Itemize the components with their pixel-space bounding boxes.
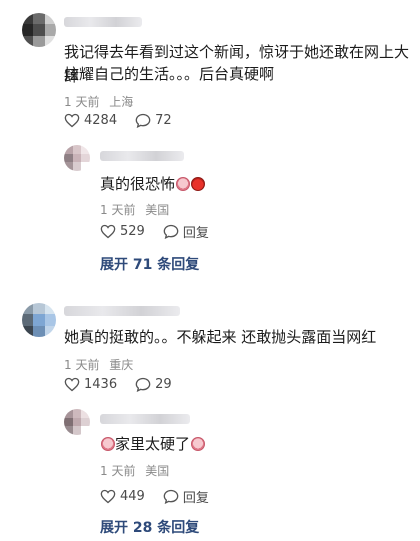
- reply-location: 美国: [145, 464, 170, 478]
- heart-outline-icon: [64, 377, 80, 392]
- heart-outline-icon: [64, 113, 80, 128]
- like-count: 1436: [84, 377, 118, 392]
- comment-time: 1 天前: [64, 358, 100, 372]
- reply-location: 美国: [145, 203, 170, 217]
- like-button[interactable]: 4284: [64, 113, 117, 128]
- username-blurred[interactable]: [64, 306, 180, 316]
- reply-avatar[interactable]: [64, 145, 90, 171]
- crying-face-icon: [101, 437, 115, 451]
- reply-button[interactable]: 回复: [163, 222, 209, 241]
- heart-outline-icon: [100, 489, 116, 504]
- comment-meta: 1 天前 重庆: [64, 356, 139, 373]
- like-button[interactable]: 449: [100, 489, 145, 504]
- reply-actions: 529 回复: [100, 222, 227, 241]
- reply-meta: 1 天前 美国: [100, 201, 175, 218]
- reply-count: 29: [155, 377, 172, 392]
- comment-actions: 1436 29: [64, 377, 190, 392]
- comment-button[interactable]: 72: [135, 113, 172, 128]
- reply-text-content: 家里太硬了: [115, 435, 191, 453]
- like-count: 449: [120, 489, 145, 504]
- like-count: 4284: [84, 113, 118, 128]
- speech-bubble-icon: [135, 113, 151, 128]
- reply-username-blurred[interactable]: [100, 414, 190, 424]
- heart-outline-icon: [100, 224, 116, 239]
- reply-meta: 1 天前 美国: [100, 462, 175, 479]
- reply-time: 1 天前: [100, 203, 136, 217]
- reply-label: 回复: [182, 226, 209, 241]
- comment-location: 上海: [109, 95, 134, 109]
- reply-count: 72: [155, 113, 172, 128]
- comment-meta: 1 天前 上海: [64, 93, 139, 110]
- speech-bubble-icon: [135, 377, 151, 392]
- comment-button[interactable]: 29: [135, 377, 172, 392]
- crying-face-icon: [176, 177, 191, 191]
- like-button[interactable]: 529: [100, 224, 145, 239]
- like-count: 529: [120, 224, 145, 239]
- comment-time: 1 天前: [64, 95, 100, 109]
- reply-text: 家里太硬了: [100, 432, 206, 456]
- expand-replies-link[interactable]: 展开 28 条回复: [100, 517, 199, 537]
- angry-face-icon: [191, 177, 206, 191]
- expand-replies-link[interactable]: 展开 71 条回复: [100, 254, 199, 274]
- crying-face-icon: [191, 437, 206, 451]
- username-blurred[interactable]: [64, 17, 142, 27]
- comment-actions: 4284 72: [64, 113, 190, 128]
- avatar[interactable]: [22, 13, 56, 47]
- reply-actions: 449 回复: [100, 487, 227, 506]
- avatar[interactable]: [22, 303, 56, 337]
- reply-label: 回复: [182, 491, 209, 506]
- reply-avatar[interactable]: [64, 409, 90, 435]
- reply-button[interactable]: 回复: [163, 487, 209, 506]
- like-button[interactable]: 1436: [64, 377, 117, 392]
- reply-text-content: 真的很恐怖: [100, 175, 176, 193]
- comment-location: 重庆: [109, 358, 134, 372]
- comment-text-line1: 她真的挺敢的。。不躲起来 还敢抛头露面当网红: [64, 328, 377, 346]
- speech-bubble-icon: [163, 489, 179, 504]
- speech-bubble-icon: [163, 224, 179, 239]
- reply-time: 1 天前: [100, 464, 136, 478]
- reply-text: 真的很恐怖: [100, 172, 206, 196]
- comment-text-line2: 炫耀自己的生活。。。后台真硬啊: [64, 65, 275, 83]
- reply-username-blurred[interactable]: [100, 151, 184, 161]
